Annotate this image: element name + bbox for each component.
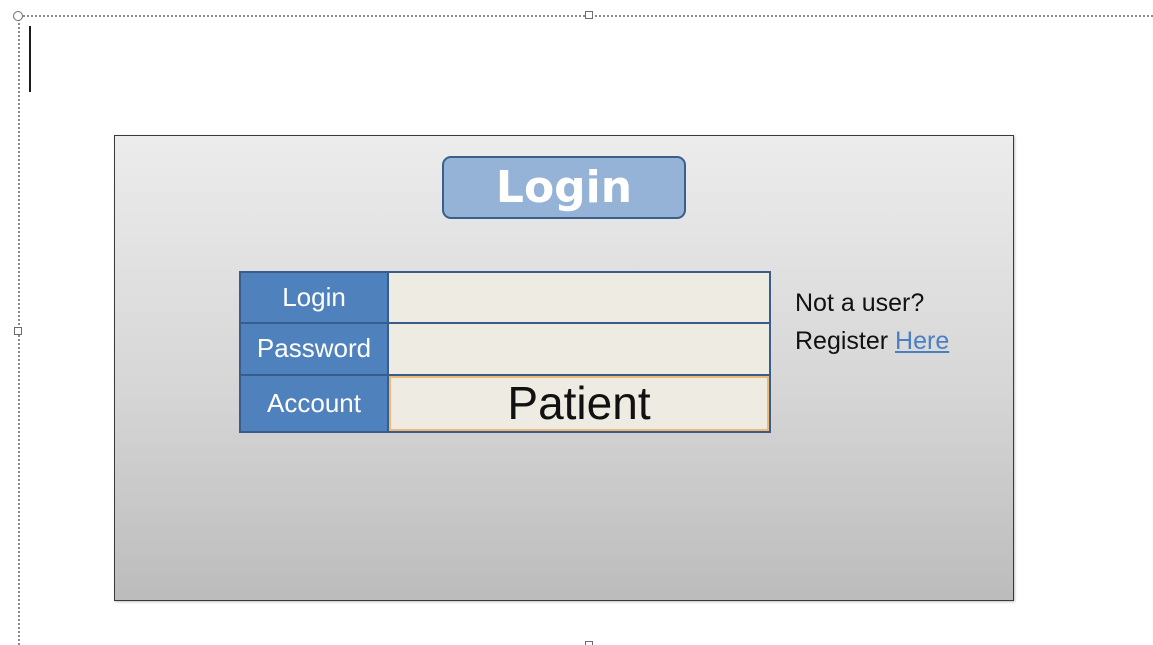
resize-handle-top-center[interactable] <box>585 11 593 19</box>
text-cursor <box>29 26 31 92</box>
login-panel: Login Login Password Account Patient Not… <box>114 135 1014 601</box>
register-here-link[interactable]: Here <box>895 327 949 355</box>
register-line: Register Here <box>795 322 949 360</box>
register-prefix: Register <box>795 327 896 355</box>
table-row: Password <box>239 322 771 376</box>
table-row: Login <box>239 270 771 325</box>
resize-handle-middle-left[interactable] <box>14 327 22 335</box>
login-form-table: Login Password Account Patient <box>239 270 771 434</box>
slide-editor-canvas: Login Login Password Account Patient Not… <box>0 0 1153 645</box>
not-a-user-text: Not a user? <box>795 289 925 317</box>
table-row: Account Patient <box>239 373 771 434</box>
resize-handle-top-left[interactable] <box>13 11 23 21</box>
password-field[interactable] <box>387 322 771 376</box>
login-label: Login <box>239 270 389 325</box>
password-label: Password <box>239 322 389 376</box>
resize-handle-bottom-center[interactable] <box>585 641 593 645</box>
account-label: Account <box>239 373 389 434</box>
login-title: Login <box>442 156 686 219</box>
account-field[interactable]: Patient <box>387 373 771 434</box>
login-field[interactable] <box>387 270 771 325</box>
register-note: Not a user? Register Here <box>795 284 949 360</box>
